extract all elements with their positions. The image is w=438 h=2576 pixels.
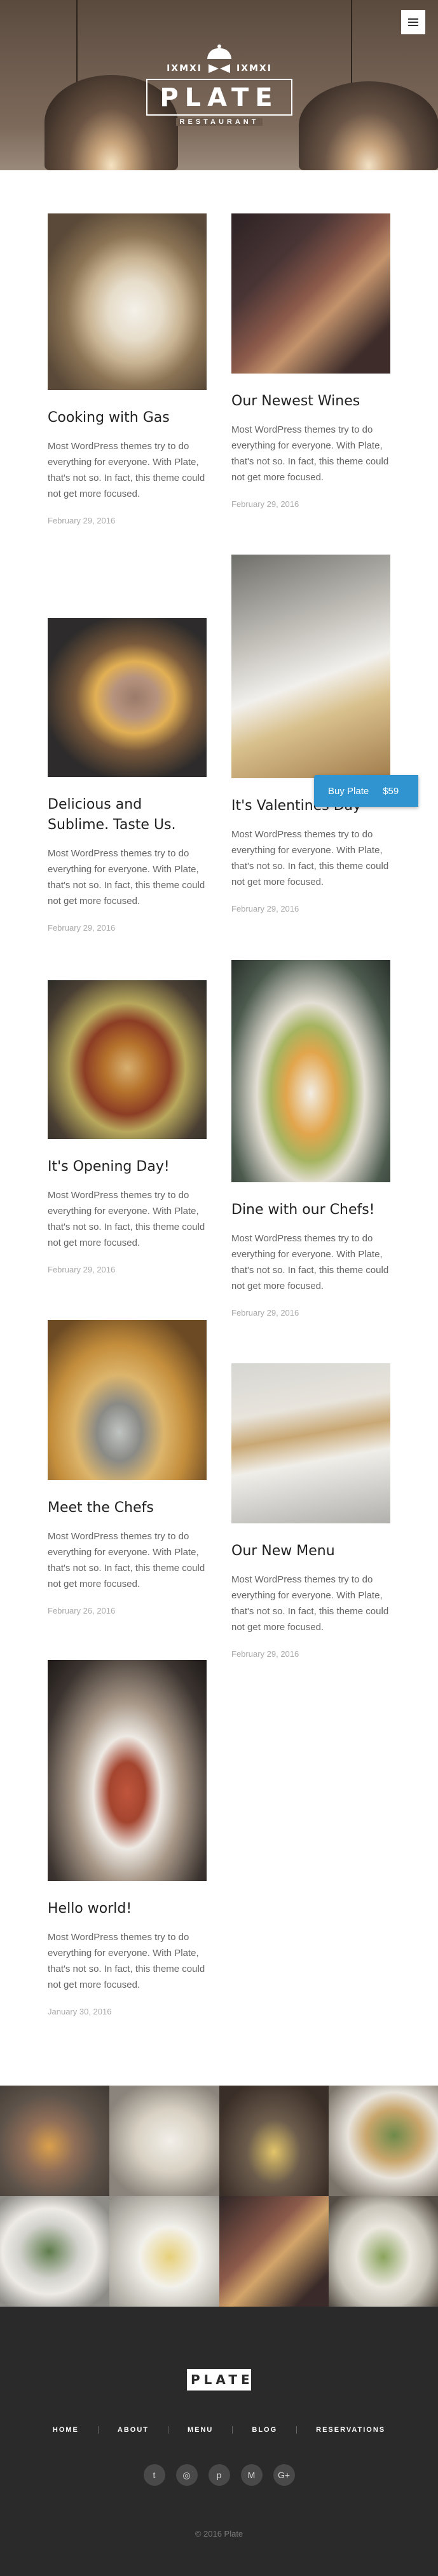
post-thumbnail[interactable] <box>48 618 207 777</box>
post-card: Delicious and Sublime. Taste Us. Most Wo… <box>48 618 207 933</box>
site-logo[interactable]: IXMXI IXMXI PLATE RESTAURANT <box>143 44 296 127</box>
post-thumbnail[interactable] <box>48 213 207 390</box>
est-right: IXMXI <box>236 64 272 74</box>
post-card: Meet the Chefs Most WordPress themes try… <box>48 1320 207 1615</box>
instagram-gallery <box>0 2086 438 2307</box>
post-title[interactable]: Delicious and Sublime. Taste Us. <box>48 795 207 835</box>
post-thumbnail[interactable] <box>48 1320 207 1480</box>
cloche-icon <box>205 44 234 60</box>
post-title[interactable]: Cooking with Gas <box>48 408 207 428</box>
post-title[interactable]: Hello world! <box>48 1899 207 1919</box>
post-card: Our Newest Wines Most WordPress themes t… <box>231 213 390 509</box>
post-date[interactable]: February 29, 2016 <box>231 499 390 509</box>
site-tagline: RESTAURANT <box>175 118 263 126</box>
post-thumbnail[interactable] <box>48 1660 207 1881</box>
post-excerpt: Most WordPress themes try to do everythi… <box>231 1233 389 1291</box>
post-excerpt: Most WordPress themes try to do everythi… <box>48 1531 205 1589</box>
bowtie-icon <box>209 64 230 73</box>
site-name: PLATE <box>146 79 292 116</box>
post-excerpt: Most WordPress themes try to do everythi… <box>48 441 205 499</box>
footer-nav-reservations[interactable]: RESERVATIONS <box>297 2426 404 2434</box>
gallery-image[interactable] <box>219 2196 329 2307</box>
google-plus-icon[interactable]: G+ <box>273 2464 295 2486</box>
post-excerpt: Most WordPress themes try to do everythi… <box>48 848 205 907</box>
post-title[interactable]: Our Newest Wines <box>231 391 390 412</box>
post-card: Cooking with Gas Most WordPress themes t… <box>48 213 207 525</box>
post-thumbnail[interactable] <box>231 213 390 374</box>
post-date[interactable]: February 29, 2016 <box>48 516 207 525</box>
gallery-image[interactable] <box>109 2086 219 2196</box>
footer-nav-blog[interactable]: BLOG <box>233 2426 296 2434</box>
post-excerpt: Most WordPress themes try to do everythi… <box>231 829 389 887</box>
post-thumbnail[interactable] <box>231 960 390 1182</box>
instagram-icon[interactable]: ◎ <box>175 2464 198 2486</box>
post-thumbnail[interactable] <box>48 980 207 1139</box>
post-thumbnail[interactable] <box>231 555 390 778</box>
post-date[interactable]: February 29, 2016 <box>231 1308 390 1318</box>
gallery-image[interactable] <box>0 2086 110 2196</box>
footer-logo[interactable]: PLATE <box>187 2369 251 2391</box>
hero-header: IXMXI IXMXI PLATE RESTAURANT <box>0 0 438 170</box>
est-left: IXMXI <box>167 64 202 74</box>
post-excerpt: Most WordPress themes try to do everythi… <box>48 1932 205 1990</box>
post-excerpt: Most WordPress themes try to do everythi… <box>48 1190 205 1248</box>
post-date[interactable]: February 26, 2016 <box>48 1606 207 1615</box>
copyright: © 2016 Plate <box>195 2529 243 2539</box>
pinterest-icon[interactable]: p <box>208 2464 230 2486</box>
post-card: It's Valentines Day Most WordPress theme… <box>231 555 390 914</box>
post-excerpt: Most WordPress themes try to do everythi… <box>231 424 389 483</box>
footer-nav: HOME ABOUT MENU BLOG RESERVATIONS <box>0 2426 438 2434</box>
post-card: Hello world! Most WordPress themes try t… <box>48 1660 207 2016</box>
gallery-image[interactable] <box>109 2196 219 2307</box>
gallery-image[interactable] <box>219 2086 329 2196</box>
pendant-lamp <box>299 81 438 170</box>
posts-grid: Cooking with Gas Most WordPress themes t… <box>0 170 438 2076</box>
gallery-image[interactable] <box>0 2196 110 2307</box>
post-date[interactable]: February 29, 2016 <box>48 923 207 933</box>
post-date[interactable]: February 29, 2016 <box>231 1649 390 1659</box>
post-card: It's Opening Day! Most WordPress themes … <box>48 980 207 1274</box>
post-title[interactable]: Our New Menu <box>231 1541 390 1561</box>
buy-plate-button[interactable]: Buy Plate $59 <box>314 775 418 807</box>
twitter-icon[interactable]: t <box>143 2464 165 2486</box>
footer-nav-home[interactable]: HOME <box>34 2426 98 2434</box>
post-title[interactable]: Dine with our Chefs! <box>231 1200 390 1220</box>
post-card: Dine with our Chefs! Most WordPress them… <box>231 960 390 1318</box>
footer-nav-about[interactable]: ABOUT <box>99 2426 168 2434</box>
buy-button-price: $59 <box>383 785 399 797</box>
buy-button-label: Buy Plate <box>328 785 369 797</box>
medium-icon[interactable]: M <box>240 2464 263 2486</box>
social-links: t ◎ p M G+ <box>0 2464 438 2486</box>
menu-button[interactable] <box>401 10 425 34</box>
hamburger-icon <box>408 18 418 26</box>
post-card: Our New Menu Most WordPress themes try t… <box>231 1363 390 1659</box>
post-title[interactable]: It's Opening Day! <box>48 1157 207 1177</box>
lamp-cord <box>351 0 352 95</box>
post-title[interactable]: Meet the Chefs <box>48 1498 207 1518</box>
post-excerpt: Most WordPress themes try to do everythi… <box>231 1574 389 1633</box>
gallery-image[interactable] <box>328 2196 438 2307</box>
footer-nav-menu[interactable]: MENU <box>168 2426 232 2434</box>
post-thumbnail[interactable] <box>231 1363 390 1523</box>
site-footer: PLATE HOME ABOUT MENU BLOG RESERVATIONS … <box>0 2307 438 2576</box>
gallery-image[interactable] <box>328 2086 438 2196</box>
post-date[interactable]: February 29, 2016 <box>231 904 390 914</box>
post-date[interactable]: February 29, 2016 <box>48 1265 207 1274</box>
post-date[interactable]: January 30, 2016 <box>48 2007 207 2016</box>
